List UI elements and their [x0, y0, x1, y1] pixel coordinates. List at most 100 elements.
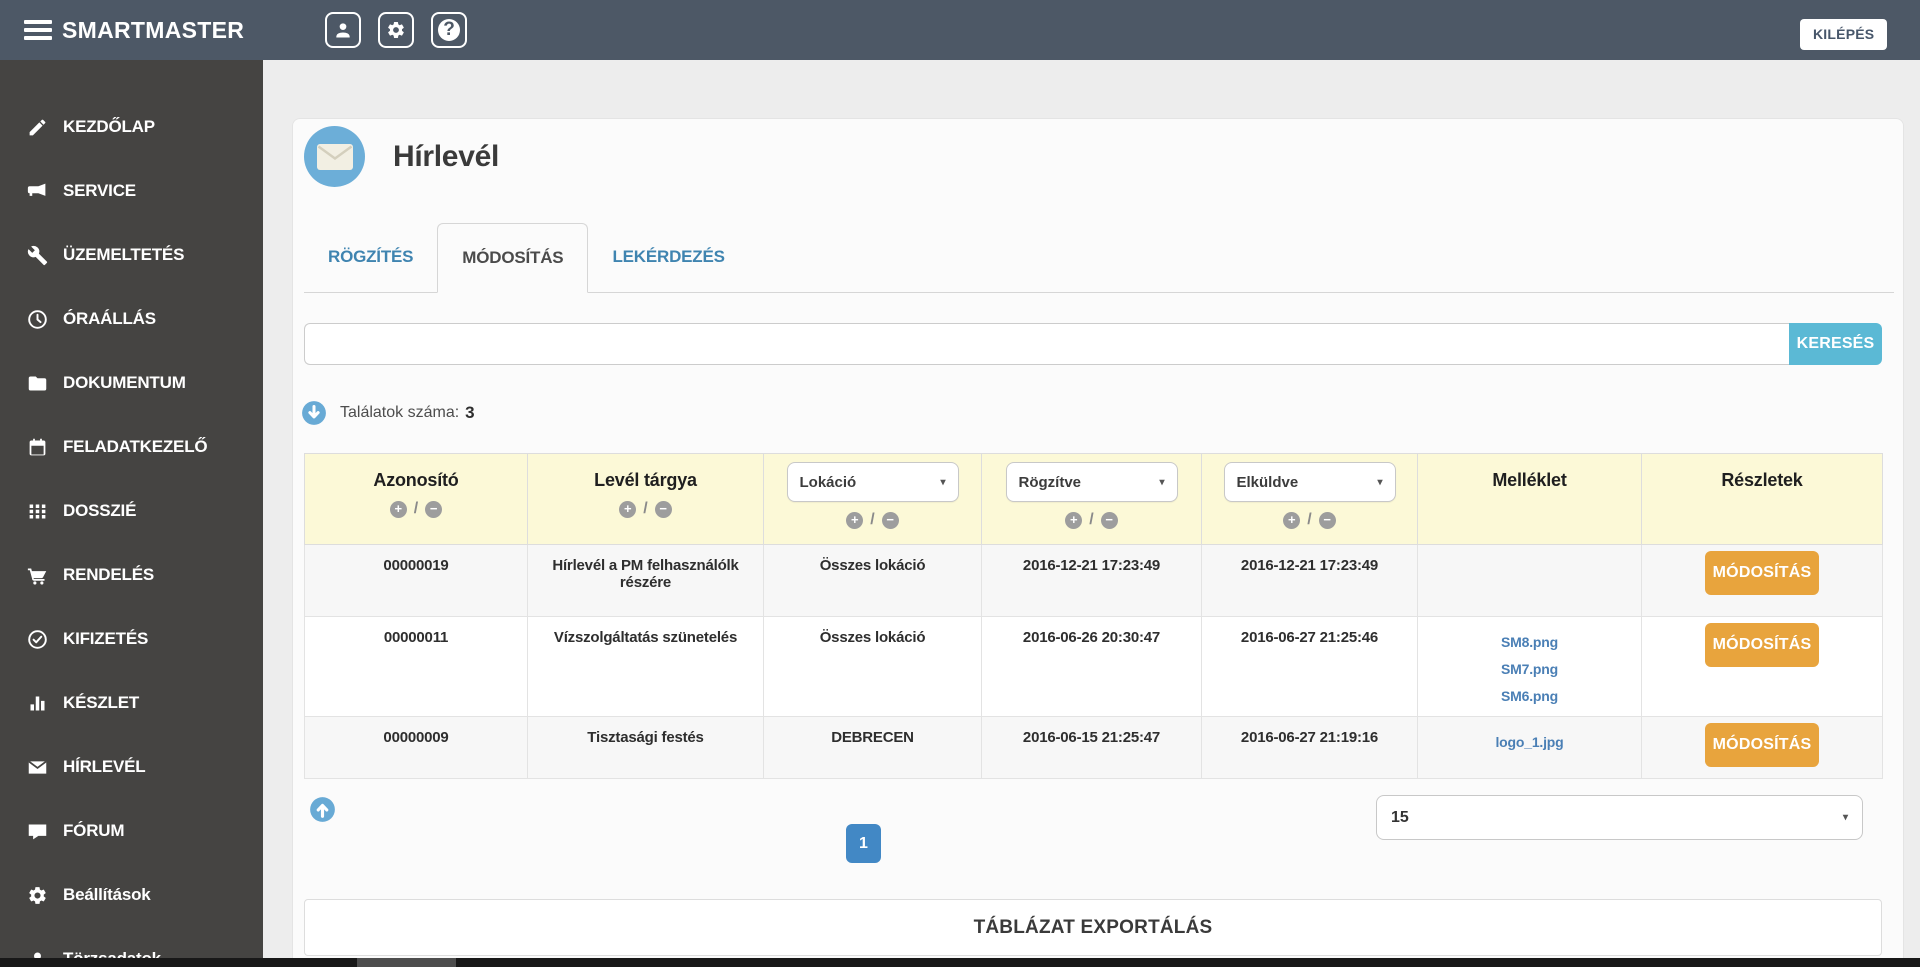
search-button[interactable]: KERESÉS: [1789, 323, 1882, 365]
cell-attachments: SM8.png SM7.png SM6.png: [1417, 616, 1642, 717]
chevron-down-icon: ▾: [1842, 812, 1848, 823]
attachment-link[interactable]: SM7.png: [1428, 656, 1631, 683]
calendar-icon: [26, 436, 48, 458]
sort-asc-icon[interactable]: +: [1065, 511, 1083, 529]
logout-button[interactable]: KILÉPÉS: [1800, 19, 1888, 50]
comment-icon: [26, 820, 48, 842]
results-label: Találatok száma:: [340, 404, 460, 421]
topbar: SMARTMASTER ? KILÉPÉS: [0, 0, 1920, 60]
cell-id: 00000011: [304, 616, 528, 717]
hamburger-menu-icon[interactable]: [24, 20, 52, 40]
sort-asc-icon[interactable]: +: [846, 511, 864, 529]
cell-attachments: [1417, 544, 1642, 617]
cell-details: MÓDOSÍTÁS: [1641, 716, 1883, 779]
tab-rogzites[interactable]: RÖGZÍTÉS: [304, 223, 437, 293]
modify-button[interactable]: MÓDOSÍTÁS: [1705, 723, 1819, 767]
sort-separator: /: [643, 500, 648, 517]
tab-bar: RÖGZÍTÉS MÓDOSÍTÁS LEKÉRDEZÉS: [304, 223, 1894, 293]
sort-asc-icon[interactable]: +: [619, 500, 637, 518]
cell-subject: Hírlevél a PM felhasználólk részére: [527, 544, 764, 617]
sort-desc-icon[interactable]: −: [881, 511, 899, 529]
sidebar-item-forum[interactable]: FÓRUM: [0, 799, 263, 863]
bottom-bar-segment: [357, 958, 456, 967]
page-1-button[interactable]: 1: [846, 824, 881, 863]
cell-id: 00000019: [304, 544, 528, 617]
sidebar-item-beallitasok[interactable]: Beállítások: [0, 863, 263, 927]
sidebar-item-dosszie[interactable]: DOSSZIÉ: [0, 479, 263, 543]
sidebar-item-rendeles[interactable]: RENDELÉS: [0, 543, 263, 607]
modify-button[interactable]: MÓDOSÍTÁS: [1705, 623, 1819, 667]
megaphone-icon: [26, 180, 48, 202]
sidebar-item-keszlet[interactable]: KÉSZLET: [0, 671, 263, 735]
sidebar-item-oraallas[interactable]: ÓRAÁLLÁS: [0, 287, 263, 351]
check-circle-icon: [26, 628, 48, 650]
cell-id: 00000009: [304, 716, 528, 779]
sort-asc-icon[interactable]: +: [389, 500, 407, 518]
user-icon[interactable]: [325, 12, 361, 48]
elkuldve-filter-select[interactable]: Elküldve ▾: [1223, 462, 1396, 502]
sidebar-item-feladatkezelo[interactable]: FELADATKEZELŐ: [0, 415, 263, 479]
scroll-up-icon[interactable]: [309, 796, 336, 823]
sort-separator: /: [413, 500, 419, 517]
modify-button[interactable]: MÓDOSÍTÁS: [1705, 551, 1819, 595]
cell-location: Összes lokáció: [763, 616, 982, 717]
cell-details: MÓDOSÍTÁS: [1641, 544, 1883, 617]
cell-attachments: logo_1.jpg: [1417, 716, 1642, 779]
content-panel: Hírlevél RÖGZÍTÉS MÓDOSÍTÁS LEKÉRDEZÉS K…: [292, 118, 1904, 967]
tab-modositas[interactable]: MÓDOSÍTÁS: [437, 223, 589, 293]
attachment-link[interactable]: logo_1.jpg: [1428, 729, 1631, 756]
folder-icon: [26, 372, 48, 394]
wrench-icon: [26, 244, 48, 266]
sidebar-item-service[interactable]: SERVICE: [0, 159, 263, 223]
page-size-select[interactable]: 15 ▾: [1376, 795, 1863, 840]
collapse-down-icon[interactable]: [301, 400, 327, 426]
page-title: Hírlevél: [393, 140, 499, 173]
cell-sent: 2016-12-21 17:23:49: [1201, 544, 1418, 617]
bar-chart-icon: [26, 692, 48, 714]
bottom-bar: [0, 958, 1920, 967]
search-input[interactable]: [304, 323, 1789, 365]
sidebar: KEZDŐLAP SERVICE ÜZEMELTETÉS ÓRAÁLLÁS DO…: [0, 60, 263, 967]
lokacio-filter-select[interactable]: Lokáció ▾: [786, 462, 959, 502]
sort-desc-icon[interactable]: −: [1318, 511, 1336, 529]
chevron-down-icon: ▾: [1159, 476, 1165, 488]
table-row: 00000019 Hírlevél a PM felhasználólk rés…: [304, 544, 1883, 617]
edit-icon: [26, 116, 48, 138]
table-row: 00000011 Vízszolgáltatás szünetelés Össz…: [304, 616, 1883, 717]
export-table-button[interactable]: TÁBLÁZAT EXPORTÁLÁS: [304, 899, 1882, 956]
cell-location: DEBRECEN: [763, 716, 982, 779]
sort-separator: /: [1307, 511, 1312, 528]
sort-asc-icon[interactable]: +: [1283, 511, 1301, 529]
sort-desc-icon[interactable]: −: [425, 500, 443, 518]
sidebar-item-uzemeltetes[interactable]: ÜZEMELTETÉS: [0, 223, 263, 287]
cart-icon: [26, 564, 48, 586]
results-count: 3: [465, 403, 475, 422]
sort-desc-icon[interactable]: −: [1100, 511, 1118, 529]
column-header-lokacio: Lokáció ▾ + / −: [763, 453, 982, 545]
attachment-link[interactable]: SM6.png: [1428, 683, 1631, 710]
sidebar-item-dokumentum[interactable]: DOKUMENTUM: [0, 351, 263, 415]
app-brand: SMARTMASTER: [62, 17, 245, 43]
sidebar-item-kifizetes[interactable]: KIFIZETÉS: [0, 607, 263, 671]
cell-subject: Tisztasági festés: [527, 716, 764, 779]
tab-lekerdezes[interactable]: LEKÉRDEZÉS: [588, 223, 748, 293]
cell-sent: 2016-06-27 21:25:46: [1201, 616, 1418, 717]
results-summary: Találatok száma: 3: [301, 400, 475, 426]
sort-separator: /: [870, 511, 875, 528]
rogzitve-filter-select[interactable]: Rögzítve ▾: [1005, 462, 1178, 502]
cell-recorded: 2016-06-15 21:25:47: [981, 716, 1202, 779]
column-header-melleklet: Melléklet: [1417, 453, 1642, 545]
chevron-down-icon: ▾: [940, 476, 946, 488]
gear-icon[interactable]: [378, 12, 414, 48]
newsletter-icon: [304, 126, 365, 187]
grid-icon: [26, 500, 48, 522]
sidebar-item-hirlevel[interactable]: HÍRLEVÉL: [0, 735, 263, 799]
help-icon[interactable]: ?: [431, 12, 467, 48]
sort-separator: /: [1089, 511, 1094, 528]
sidebar-item-kezdolap[interactable]: KEZDŐLAP: [0, 95, 263, 159]
cell-sent: 2016-06-27 21:19:16: [1201, 716, 1418, 779]
cell-location: Összes lokáció: [763, 544, 982, 617]
sort-desc-icon[interactable]: −: [654, 500, 672, 518]
cell-details: MÓDOSÍTÁS: [1641, 616, 1883, 717]
attachment-link[interactable]: SM8.png: [1428, 629, 1631, 656]
